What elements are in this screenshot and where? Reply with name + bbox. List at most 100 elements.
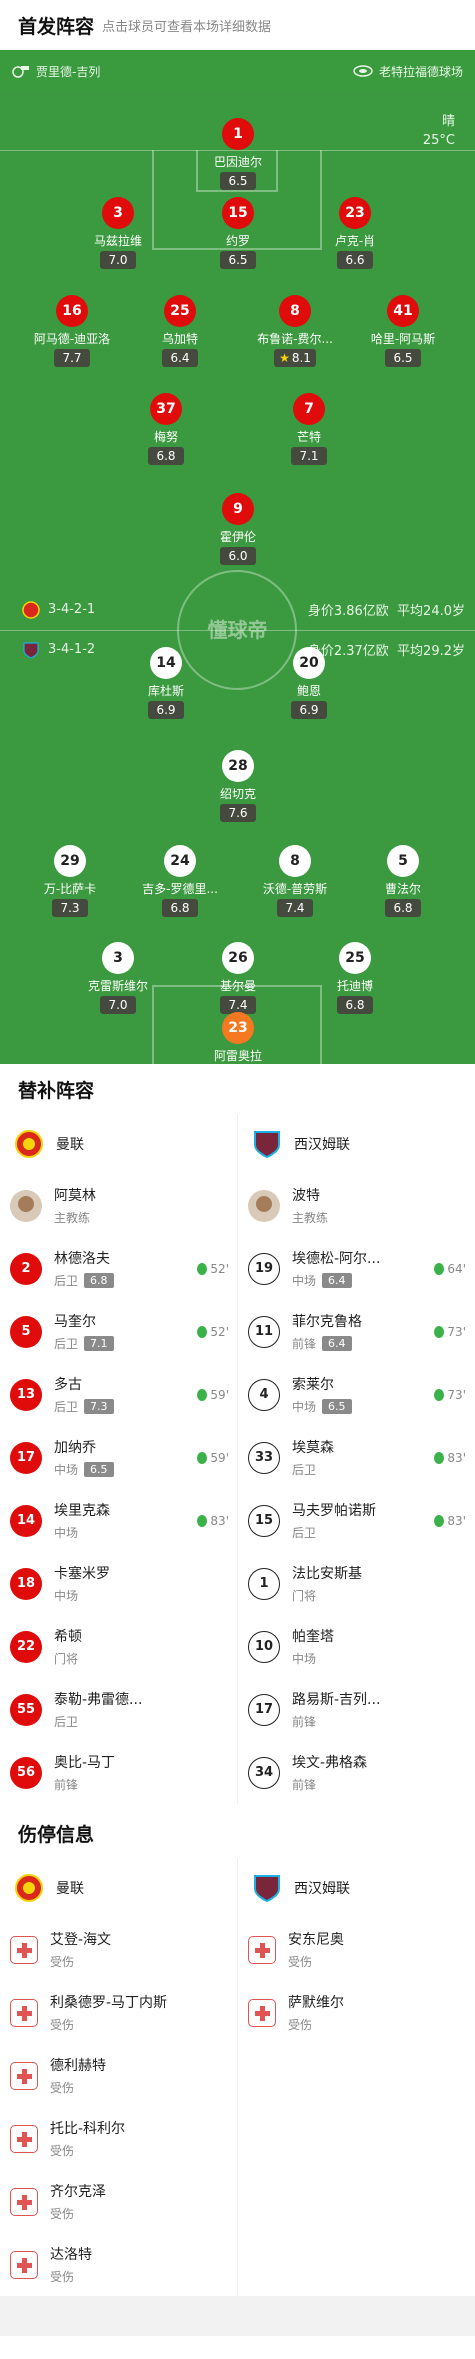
player-name: 梅努 [153,430,178,444]
sub-player-row[interactable]: 1 法比安斯基 门将 [238,1552,474,1615]
sub-player-row[interactable]: 19 埃德松-阿尔... 中场 6.4 64' [238,1237,474,1300]
player-number: 24 [164,845,196,877]
sub-player-position: 前锋 [292,1715,317,1729]
away-player[interactable]: 29 万-比萨卡 7.3 [15,845,125,917]
subs-away-team[interactable]: 西汉姆联 [238,1114,474,1174]
home-player[interactable]: 23 卢克-肖 6.6 [300,197,410,269]
home-player[interactable]: 9 霍伊伦 6.0 [183,493,293,565]
sub-player-row[interactable]: 15 马夫罗帕诺斯 后卫 83' [238,1489,474,1552]
sub-player-row[interactable]: 34 埃文-弗格森 前锋 [238,1741,474,1804]
home-player[interactable]: 8 布鲁诺-费尔... ★ 8.1 [240,295,350,367]
injury-row[interactable]: 萨默维尔 受伤 [238,1981,474,2044]
injury-row[interactable]: 德利赫特 受伤 [0,2044,237,2107]
injuries-away-column: 西汉姆联 安东尼奥 受伤 萨默维尔 受伤 [237,1858,474,2296]
sub-player-row[interactable]: 18 卡塞米罗 中场 [0,1552,237,1615]
player-number: 37 [150,393,182,425]
player-rating-value: 6.8 [170,901,190,915]
sub-player-position: 中场 [54,1589,79,1603]
weather-condition: 晴 [441,114,455,129]
coach-role: 主教练 [54,1211,91,1225]
sub-in-minute: 64' [447,1261,466,1276]
away-player[interactable]: 28 绍切克 7.6 [183,750,293,822]
sub-in-icon [197,1514,208,1527]
home-player[interactable]: 25 乌加特 6.4 [125,295,235,367]
sub-in-minute: 59' [210,1387,229,1402]
home-player[interactable]: 41 哈里-阿马斯 6.5 [348,295,458,367]
sub-player-row[interactable]: 5 马奎尔 后卫 7.1 52' [0,1300,237,1363]
west-ham-crest-icon [23,641,39,659]
player-rating: 6.4 [162,349,198,367]
injury-status: 受伤 [50,2144,75,2158]
sub-player-name: 埃德松-阿尔... [292,1251,381,1267]
subs-home-team[interactable]: 曼联 [0,1114,237,1174]
injury-row[interactable]: 齐尔克泽 受伤 [0,2170,237,2233]
sub-player-name: 法比安斯基 [292,1566,362,1582]
player-name: 阿马德-迪亚洛 [33,332,111,346]
sub-player-name: 马夫罗帕诺斯 [292,1503,376,1519]
away-player[interactable]: 25 托迪博 6.8 [300,942,410,1014]
injury-row[interactable]: 艾登-海文 受伤 [0,1918,237,1981]
sub-player-row[interactable]: 14 埃里克森 中场 83' [0,1489,237,1552]
sub-player-number: 11 [248,1315,280,1348]
away-player[interactable]: 3 克雷斯维尔 7.0 [63,942,173,1014]
injuries-header: 伤停信息 [0,1808,475,1858]
away-player[interactable]: 20 鲍恩 6.9 [254,647,364,719]
sub-player-row[interactable]: 4 索莱尔 中场 6.5 73' [238,1363,474,1426]
medical-kit-icon [248,1998,276,2027]
sub-player-row[interactable]: 2 林德洛夫 后卫 6.8 52' [0,1237,237,1300]
sub-player-rating: 6.5 [322,1399,352,1414]
sub-player-number: 55 [10,1693,42,1726]
player-rating-value: 6.9 [156,703,176,717]
player-rating: 6.0 [220,547,256,565]
away-player[interactable]: 5 曹法尔 6.8 [348,845,458,917]
sub-player-row[interactable]: 17 路易斯-吉列... 前锋 [238,1678,474,1741]
sub-player-position: 后卫 [54,1337,79,1351]
away-player[interactable]: 23阿雷奥拉7.8 [183,1012,293,1064]
injuries-home-team[interactable]: 曼联 [0,1858,237,1918]
home-player[interactable]: 15 约罗 6.5 [183,197,293,269]
injury-row[interactable]: 达洛特 受伤 [0,2233,237,2296]
sub-player-row[interactable]: 55 泰勒-弗雷德... 后卫 [0,1678,237,1741]
sub-player-rating: 6.8 [84,1273,114,1288]
home-player[interactable]: 3 马兹拉维 7.0 [63,197,173,269]
sub-player-row[interactable]: 22 希顿 门将 [0,1615,237,1678]
sub-player-row[interactable]: 11 菲尔克鲁格 前锋 6.4 73' [238,1300,474,1363]
sub-player-row[interactable]: 10 帕奎塔 中场 [238,1615,474,1678]
player-rating-value: 7.6 [228,806,248,820]
coach-avatar [10,1189,42,1222]
home-player[interactable]: 16 阿马德-迪亚洛 7.7 [17,295,127,367]
away-player[interactable]: 24 吉多-罗德里... 6.8 [125,845,235,917]
sub-player-row[interactable]: 33 埃莫森 后卫 83' [238,1426,474,1489]
sub-player-position: 中场 [54,1526,79,1540]
pitch-info-bar: 贾里德-吉列 老特拉福德球场 [0,50,475,92]
sub-player-rating: 6.5 [84,1462,114,1477]
home-player[interactable]: 37 梅努 6.8 [111,393,221,465]
away-player[interactable]: 26 基尔曼 7.4 [183,942,293,1014]
injury-status: 受伤 [288,2018,313,2032]
injury-row[interactable]: 安东尼奥 受伤 [238,1918,474,1981]
sub-player-rating: 7.1 [84,1336,114,1351]
away-player[interactable]: 14 库杜斯 6.9 [111,647,221,719]
home-coach-row[interactable]: 阿莫林 主教练 [0,1174,237,1237]
home-player[interactable]: 1 巴因迪尔 6.5 [183,118,293,190]
injuries-away-team-name: 西汉姆联 [294,1881,350,1897]
player-rating-value: 6.0 [228,549,248,563]
player-name: 万-比萨卡 [43,882,97,896]
injured-player-name: 利桑德罗-马丁内斯 [50,1995,168,2011]
sub-in-minute: 52' [210,1261,229,1276]
sub-player-rating: 6.4 [322,1336,352,1351]
home-player[interactable]: 7 芒特 7.1 [254,393,364,465]
sub-player-position: 后卫 [292,1463,317,1477]
sub-player-row[interactable]: 17 加纳乔 中场 6.5 59' [0,1426,237,1489]
sub-player-name: 希顿 [54,1629,82,1645]
player-rating: 6.8 [162,899,198,917]
injury-row[interactable]: 托比-科利尔 受伤 [0,2107,237,2170]
sub-player-row[interactable]: 56 奥比-马丁 前锋 [0,1741,237,1804]
injuries-away-team[interactable]: 西汉姆联 [238,1858,474,1918]
injury-row[interactable]: 利桑德罗-马丁内斯 受伤 [0,1981,237,2044]
sub-in-marker: 52' [197,1325,229,1339]
away-coach-row[interactable]: 波特 主教练 [238,1174,474,1237]
player-number: 5 [387,845,419,877]
sub-player-row[interactable]: 13 多古 后卫 7.3 59' [0,1363,237,1426]
away-player[interactable]: 8 沃德-普劳斯 7.4 [240,845,350,917]
